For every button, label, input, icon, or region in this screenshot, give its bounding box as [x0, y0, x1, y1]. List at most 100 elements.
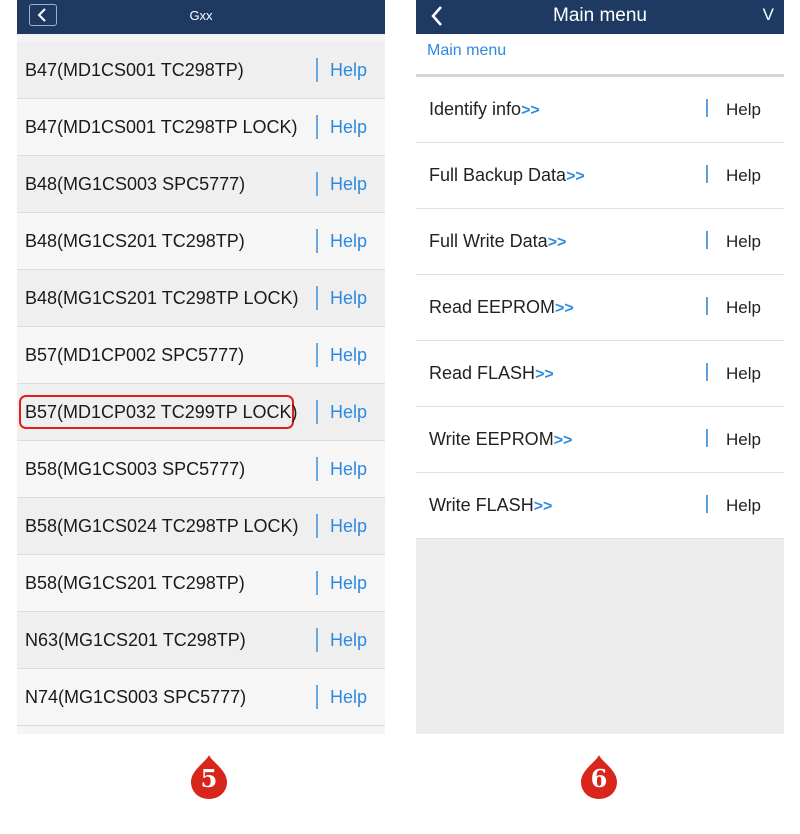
right-screen: Main menu V Main menu Identify info>> Hel…	[416, 0, 784, 734]
list-item[interactable]: B57(MD1CP002 SPC5777) Help	[17, 327, 385, 384]
menu-item-label-wrap: Read EEPROM>>	[429, 275, 574, 341]
help-link[interactable]: Help	[726, 143, 761, 208]
list-item-label: B48(MG1CS201 TC298TP LOCK)	[25, 288, 299, 308]
help-link[interactable]: Help	[330, 441, 367, 497]
help-link[interactable]: Help	[726, 275, 761, 340]
divider	[316, 514, 318, 538]
list-item-label: B57(MD1CP002 SPC5777)	[25, 345, 245, 365]
list-item[interactable]: B58(MG1CS003 SPC5777) Help	[17, 441, 385, 498]
divider	[316, 115, 318, 139]
list-item-label: N63(MG1CS201 TC298TP)	[25, 630, 246, 650]
menu-item-label-wrap: Identify info>>	[429, 77, 540, 143]
double-arrow-icon: >>	[553, 432, 573, 449]
menu-item[interactable]: Full Write Data>> Help	[416, 209, 784, 275]
double-arrow-icon: >>	[521, 102, 540, 119]
list-item[interactable]: N74(MG1CS003 SPC5777) Help	[17, 669, 385, 726]
divider	[316, 58, 318, 82]
version-label[interactable]: V	[763, 0, 774, 30]
divider	[316, 685, 318, 709]
list-item[interactable]: B48(MG1CS201 TC298TP LOCK) Help	[17, 270, 385, 327]
divider	[316, 571, 318, 595]
help-link[interactable]: Help	[330, 498, 367, 554]
help-link[interactable]: Help	[330, 213, 367, 269]
divider	[706, 429, 708, 447]
double-arrow-icon: >>	[566, 168, 585, 185]
menu-item[interactable]: Write FLASH>> Help	[416, 473, 784, 539]
help-link[interactable]: Help	[330, 555, 367, 611]
help-link[interactable]: Help	[330, 156, 367, 212]
page-title: Main menu	[553, 5, 647, 26]
step-badge: 6	[580, 754, 618, 800]
help-link[interactable]: Help	[726, 341, 761, 406]
help-link[interactable]: Help	[330, 327, 367, 383]
help-link[interactable]: Help	[330, 99, 367, 155]
double-arrow-icon: >>	[535, 366, 554, 383]
page-title: Gxx	[189, 8, 213, 23]
list-item[interactable]: B58(MG1CS201 TC298TP) Help	[17, 555, 385, 612]
menu-item-label: Write EEPROM	[429, 429, 554, 449]
divider	[316, 229, 318, 253]
divider	[706, 363, 708, 381]
divider	[316, 343, 318, 367]
step-badge: 5	[190, 754, 228, 800]
list-item-label: B58(MG1CS024 TC298TP LOCK)	[25, 516, 299, 536]
menu-item-label-wrap: Write FLASH>>	[429, 473, 552, 539]
menu-item-label: Read FLASH	[429, 363, 536, 383]
menu-item-label-wrap: Read FLASH>>	[429, 341, 554, 407]
help-link[interactable]: Help	[330, 384, 367, 440]
list-item-label: N74(MG1CS003 SPC5777)	[25, 687, 247, 707]
menu-item-label: Write FLASH	[429, 495, 534, 515]
help-link[interactable]: Help	[726, 473, 761, 538]
help-link[interactable]: Help	[330, 669, 367, 725]
divider	[316, 400, 318, 424]
divider	[316, 628, 318, 652]
help-link[interactable]: Help	[330, 270, 367, 326]
list-item-label: B47(MD1CS001 TC298TP LOCK)	[25, 117, 298, 137]
double-arrow-icon: >>	[533, 498, 553, 515]
left-screen: Gxx B47(MD1CS001 TC298TP) Help B47(MD1CS00…	[17, 0, 385, 734]
menu-item[interactable]: Full Backup Data>> Help	[416, 143, 784, 209]
list-item[interactable]: N63(MG1CS201 TC298TP) Help	[17, 612, 385, 669]
model-list: B47(MD1CS001 TC298TP) Help B47(MD1CS001 TC…	[17, 42, 385, 726]
divider	[316, 172, 318, 196]
list-item[interactable]: B57(MD1CP032 TC299TP LOCK) Help	[17, 384, 385, 441]
menu-item[interactable]: Read EEPROM>> Help	[416, 275, 784, 341]
divider	[706, 297, 708, 315]
breadcrumb-item[interactable]: Main menu	[427, 42, 506, 60]
list-item[interactable]: B47(MD1CS001 TC298TP LOCK) Help	[17, 99, 385, 156]
menu-item-label-wrap: Full Backup Data>>	[429, 143, 585, 209]
list-item-label: B58(MG1CS201 TC298TP)	[25, 573, 245, 593]
step-number: 5	[200, 764, 218, 793]
list-item-label: B48(MG1CS201 TC298TP)	[25, 231, 245, 251]
breadcrumb: Main menu	[416, 34, 784, 77]
list-item-label: B48(MG1CS003 SPC5777)	[25, 174, 246, 194]
list-item[interactable]: B58(MG1CS024 TC298TP LOCK) Help	[17, 498, 385, 555]
menu-item-label: Full Write Data	[429, 231, 548, 251]
help-link[interactable]: Help	[330, 42, 367, 98]
list-item-label: B47(MD1CS001 TC298TP)	[25, 60, 244, 80]
list-item[interactable]: B47(MD1CS001 TC298TP) Help	[17, 42, 385, 99]
help-link[interactable]: Help	[330, 612, 367, 668]
divider	[316, 457, 318, 481]
divider	[706, 99, 708, 117]
list-item-label: B58(MG1CS003 SPC5777)	[25, 459, 246, 479]
divider	[316, 286, 318, 310]
divider	[706, 165, 708, 183]
divider	[706, 231, 708, 249]
function-menu-list: Identify info>> Help Full Backup Data>> Hel…	[416, 77, 784, 539]
menu-item[interactable]: Identify info>> Help	[416, 77, 784, 143]
right-top-bar: Main menu V	[416, 0, 784, 34]
menu-item[interactable]: Read FLASH>> Help	[416, 341, 784, 407]
list-item[interactable]: B48(MG1CS003 SPC5777) Help	[17, 156, 385, 213]
divider	[706, 495, 708, 513]
list-item[interactable]: B48(MG1CS201 TC298TP) Help	[17, 213, 385, 270]
help-link[interactable]: Help	[726, 407, 761, 472]
menu-item[interactable]: Write EEPROM>> Help	[416, 407, 784, 473]
left-top-bar: Gxx	[17, 0, 385, 34]
help-link[interactable]: Help	[726, 209, 761, 274]
double-arrow-icon: >>	[555, 300, 574, 317]
step-number: 6	[590, 764, 608, 793]
double-arrow-icon: >>	[547, 234, 567, 251]
help-link[interactable]: Help	[726, 77, 761, 142]
menu-item-label: Full Backup Data	[429, 165, 567, 185]
